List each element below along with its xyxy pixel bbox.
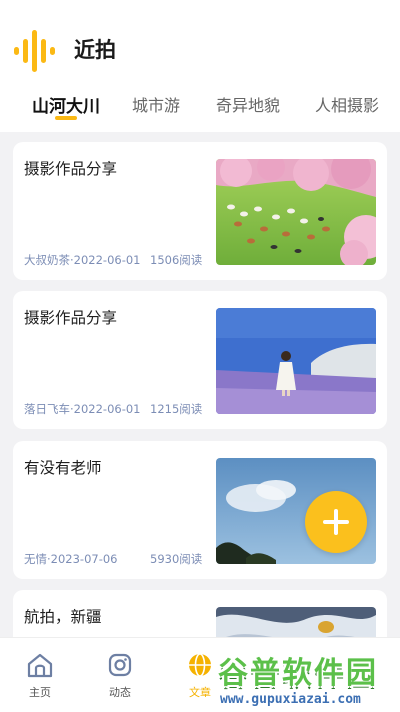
tab-mountains-rivers[interactable]: 山河大川: [32, 92, 100, 117]
post-card[interactable]: 摄影作品分享 大叔奶茶·2022-06-01 1506阅读: [13, 142, 387, 280]
globe-icon: [189, 653, 211, 677]
add-post-button[interactable]: [305, 491, 367, 553]
nav-item-moments[interactable]: 动态: [90, 652, 150, 702]
nav-label-moments: 动态: [109, 686, 131, 699]
watermark-logo: 谷普软件园 www.gupuxiazai.com: [218, 648, 398, 712]
post-author-date: 大叔奶茶·2022-06-01: [24, 253, 141, 267]
post-title: 摄影作品分享: [24, 160, 118, 178]
watermark-url: www.gupuxiazai.com: [220, 692, 361, 707]
home-icon: [27, 653, 53, 678]
post-title: 航拍，新疆: [24, 608, 102, 626]
camera-icon: [108, 653, 132, 677]
category-tabs: 山河大川 城市游 奇异地貌 人相摄影: [0, 88, 400, 128]
watermark-title: 谷普软件园: [218, 656, 378, 691]
active-tab-indicator: [55, 116, 77, 120]
post-title: 有没有老师: [24, 459, 102, 477]
pink-trees-goats-meadow-photo[interactable]: [216, 159, 376, 265]
girl-lavender-lake-photo[interactable]: [216, 308, 376, 414]
post-read-count: 5930阅读: [150, 552, 203, 566]
post-card[interactable]: 摄影作品分享 落日飞车·2022-06-01 1215阅读: [13, 291, 387, 429]
sound-wave-logo-icon: [14, 30, 55, 72]
page-title: 近拍: [74, 38, 116, 62]
app-header: 近拍 山河大川 城市游 奇异地貌 人相摄影: [0, 0, 400, 132]
nav-item-home[interactable]: 主页: [10, 652, 70, 702]
plus-icon: [323, 509, 349, 535]
nav-label-home: 主页: [29, 686, 51, 699]
tab-portrait-photography[interactable]: 人相摄影: [315, 92, 379, 116]
post-author-date: 落日飞车·2022-06-01: [24, 402, 141, 416]
post-author-date: 无情·2023-07-06: [24, 552, 118, 566]
post-read-count: 1215阅读: [150, 402, 203, 416]
post-title: 摄影作品分享: [24, 309, 118, 327]
tab-strange-landforms[interactable]: 奇异地貌: [216, 92, 280, 116]
post-read-count: 1506阅读: [150, 253, 203, 267]
tab-city-travel[interactable]: 城市游: [132, 92, 180, 116]
